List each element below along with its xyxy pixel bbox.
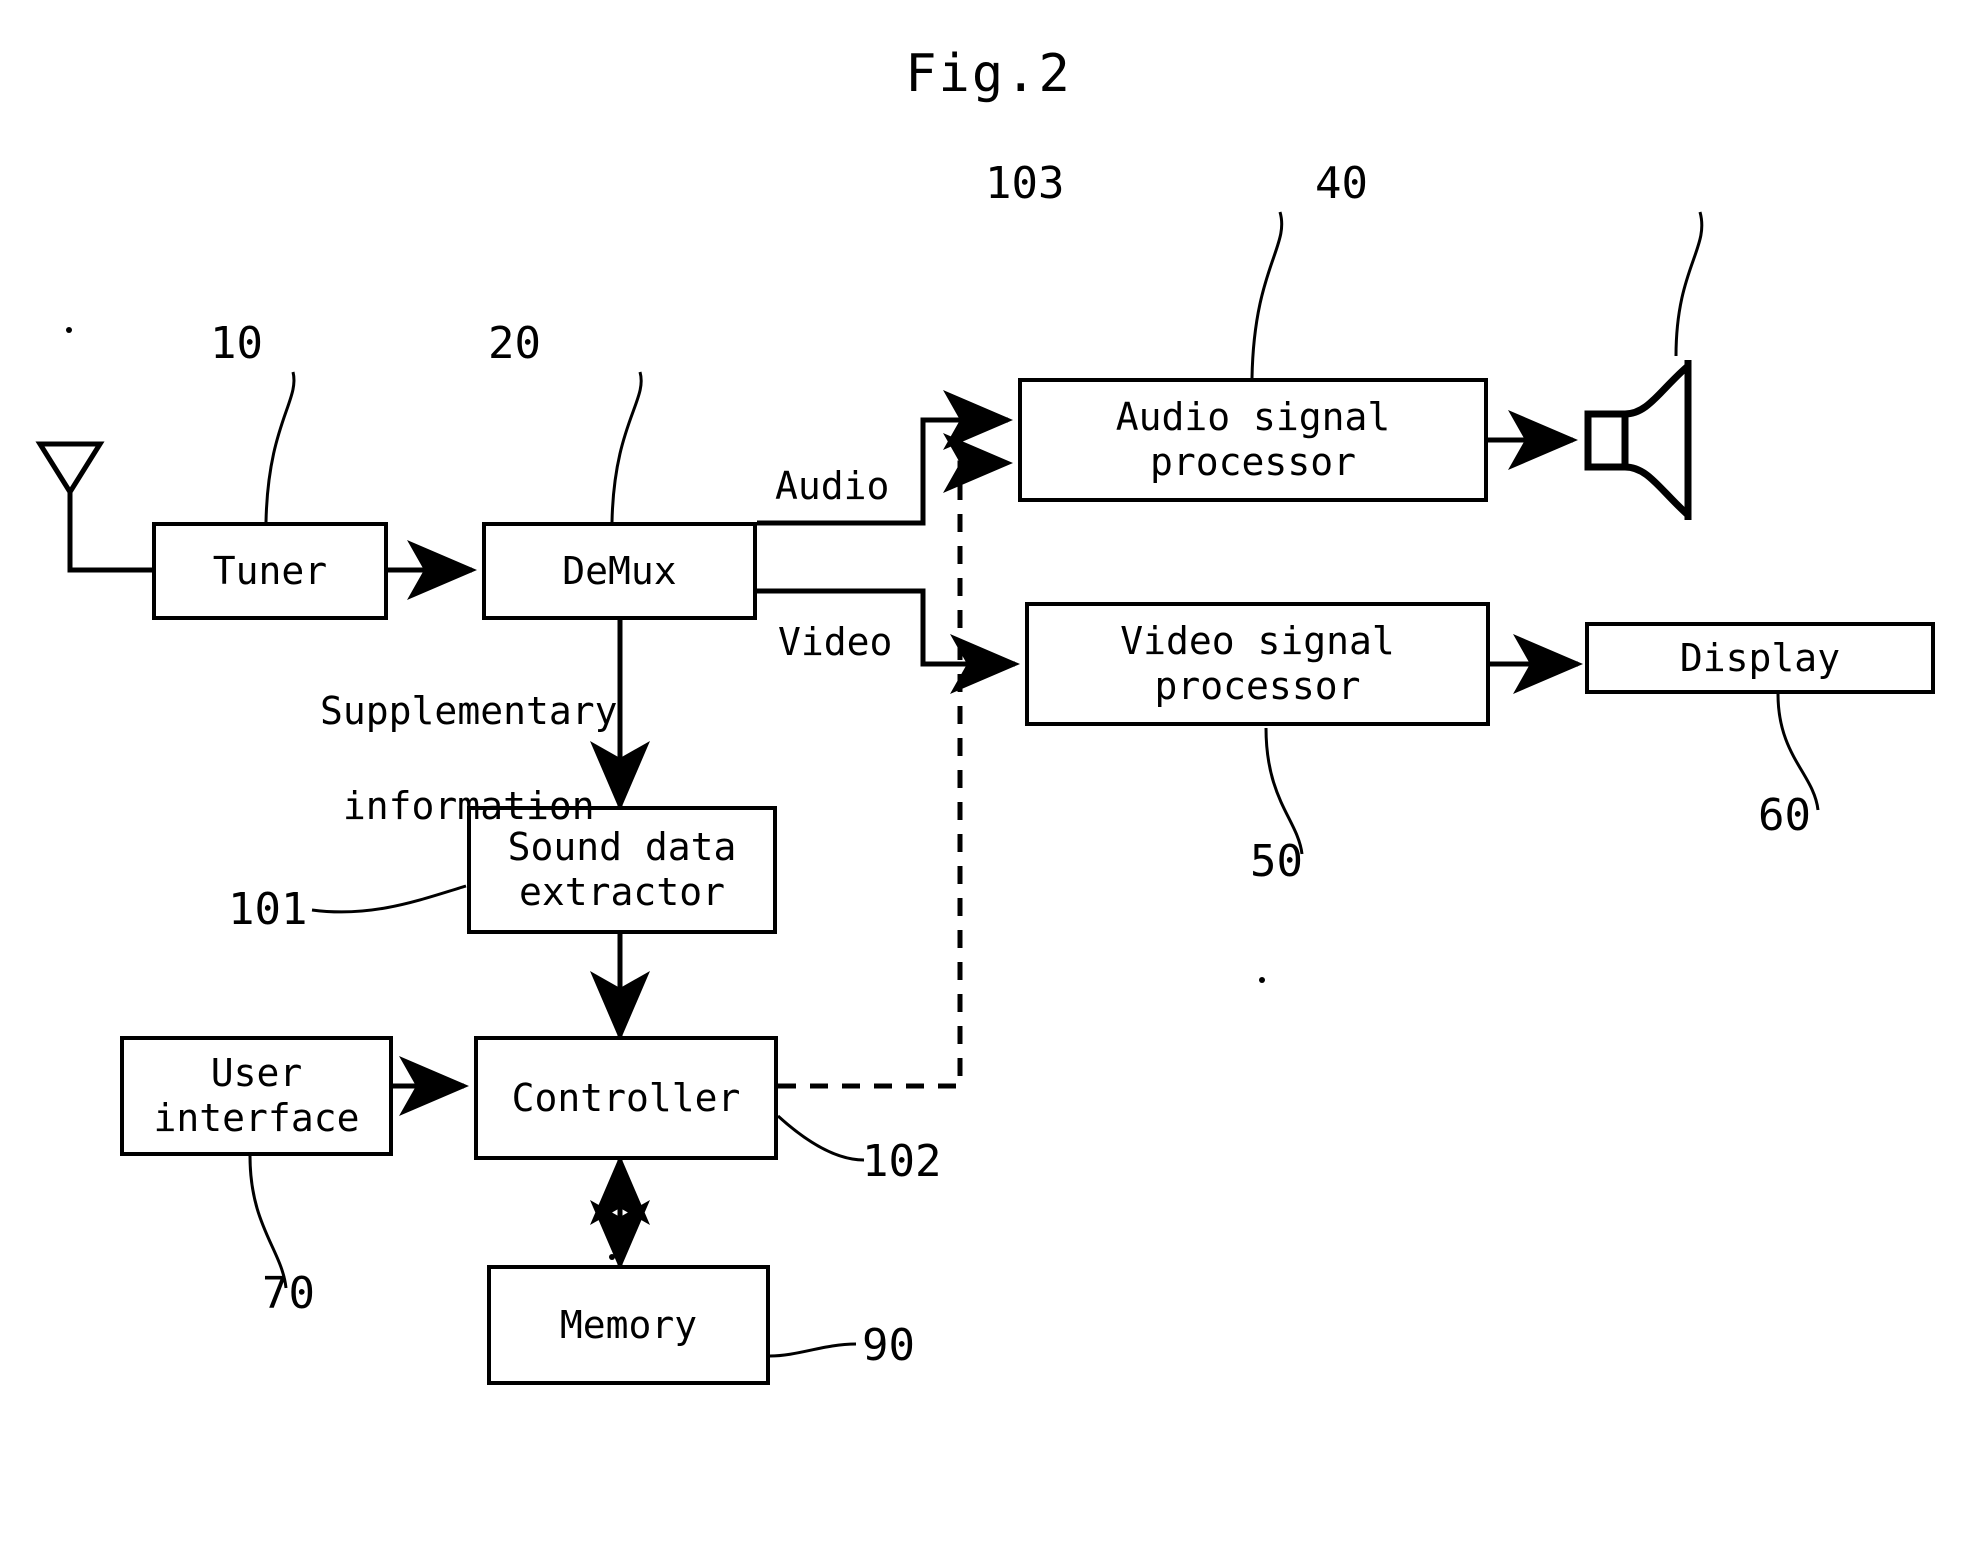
block-audio-signal-processor[interactable]: Audio signal processor [1018, 378, 1488, 502]
block-controller[interactable]: Controller [474, 1036, 778, 1160]
block-user-interface-label-line1: User [210, 1051, 303, 1096]
ref-numeral-memory: 90 [862, 1320, 915, 1371]
edge-label-video: Video [778, 620, 893, 664]
ref-numeral-speaker: 40 [1315, 158, 1368, 209]
antenna-icon [35, 441, 150, 573]
edge-label-audio: Audio [775, 464, 890, 508]
block-tuner-label: Tuner [212, 548, 328, 593]
edge-label-supplementary-information: Supplementary information [228, 640, 618, 878]
edge-label-supplementary-line2: information [342, 783, 595, 828]
block-video-signal-processor[interactable]: Video signal processor [1025, 602, 1490, 726]
block-audio-signal-processor-label-line1: Audio signal [1115, 395, 1391, 440]
block-controller-label: Controller [511, 1075, 741, 1120]
block-demux[interactable]: DeMux [482, 522, 757, 620]
block-video-signal-processor-label-line1: Video signal [1120, 619, 1395, 664]
ref-numeral-controller: 102 [862, 1136, 942, 1187]
block-video-signal-processor-label-line2: processor [1154, 664, 1361, 708]
ref-numeral-display: 60 [1758, 790, 1811, 841]
patent-figure-page: Fig.2 Tuner DeMux Audio signal processor… [0, 0, 1977, 1552]
ref-numeral-demux: 20 [488, 318, 541, 369]
block-audio-signal-processor-label-line2: processor [1150, 440, 1356, 484]
block-user-interface-label-line2: interface [153, 1096, 360, 1140]
ref-numeral-tuner: 10 [210, 318, 263, 369]
ref-numeral-sound-data-extractor: 101 [228, 884, 308, 935]
ref-numeral-user-interface: 70 [262, 1268, 315, 1319]
speaker-icon [1584, 360, 1692, 520]
edge-label-supplementary-line1: Supplementary [320, 688, 618, 733]
block-memory[interactable]: Memory [487, 1265, 770, 1385]
block-tuner[interactable]: Tuner [152, 522, 388, 620]
block-user-interface[interactable]: User interface [120, 1036, 393, 1156]
block-display[interactable]: Display [1585, 622, 1935, 694]
ref-numeral-video-processor: 50 [1250, 836, 1303, 887]
block-demux-label: DeMux [562, 548, 677, 593]
ref-numeral-audio-processor: 103 [985, 158, 1065, 209]
block-display-label: Display [1679, 635, 1841, 680]
block-memory-label: Memory [559, 1302, 698, 1347]
